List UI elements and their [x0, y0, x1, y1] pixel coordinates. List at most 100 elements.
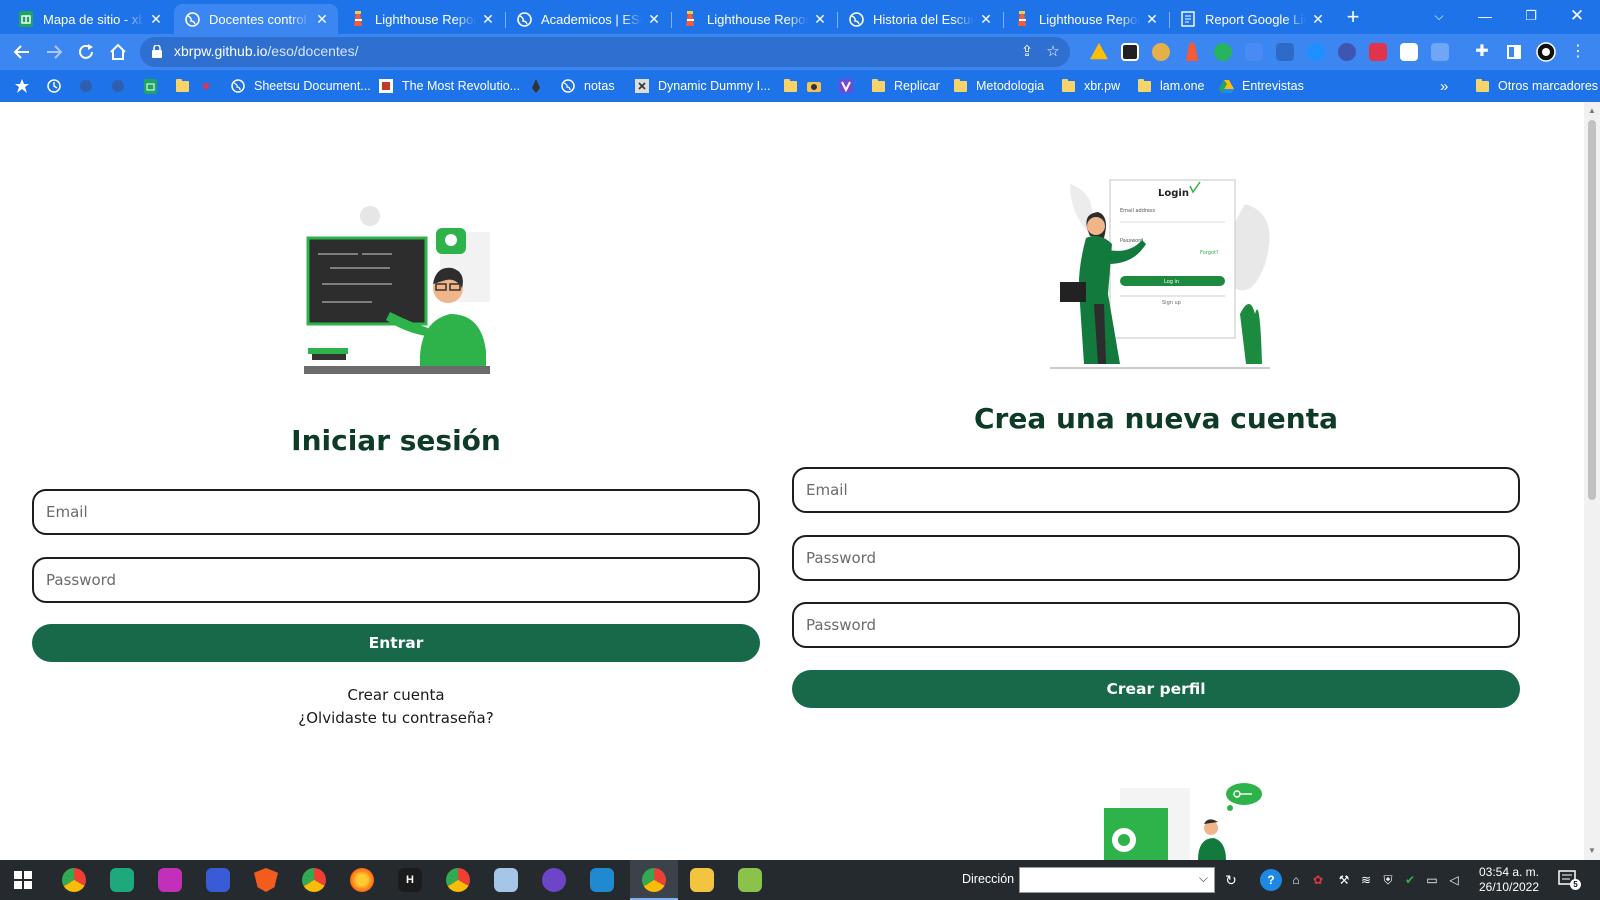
v-bookmark-icon[interactable] [838, 77, 862, 95]
share-icon[interactable]: ⇪ [1018, 43, 1036, 61]
tab-lighthouse-report-2[interactable]: Lighthouse Report ✕ [672, 4, 836, 34]
sheets-bookmark-icon[interactable] [142, 77, 166, 95]
register-submit-button[interactable]: Crear perfil [792, 670, 1520, 708]
notepad-taskbar-icon[interactable] [494, 868, 518, 892]
windows-start-icon[interactable] [14, 871, 32, 894]
up-bookmark-icon[interactable] [110, 77, 134, 95]
grid-extension-icon[interactable] [1431, 43, 1449, 61]
profile-avatar[interactable] [1534, 40, 1558, 64]
bookmark-star-icon[interactable]: ☆ [1044, 43, 1062, 61]
chevron-down-icon[interactable]: ⌵ [1199, 871, 1208, 886]
file-explorer-taskbar-icon[interactable] [690, 868, 714, 892]
scrollbar-thumb[interactable] [1588, 120, 1596, 500]
shield-extension-icon[interactable] [1121, 43, 1139, 61]
bookmark-entrevistas[interactable]: Entrevistas [1218, 77, 1304, 95]
forgot-password-link[interactable]: ¿Olvidaste tu contraseña? [32, 709, 760, 727]
close-icon[interactable]: ✕ [1310, 11, 1326, 28]
tab-historia-del-escudo[interactable]: Historia del Escudo ✕ [838, 4, 1002, 34]
address-toolbar-input[interactable]: ⌵ [1019, 867, 1215, 893]
address-go-icon[interactable]: ↻ [1219, 867, 1243, 893]
bookmarks-overflow-chevron[interactable]: » [1440, 77, 1448, 95]
other-bookmarks-folder[interactable]: Otros marcadores [1474, 77, 1598, 95]
app-green-taskbar-icon[interactable] [110, 868, 134, 892]
network-sound-icon[interactable]: ≋ [1358, 872, 1374, 888]
window-close-button[interactable]: ✕ [1554, 2, 1600, 32]
login-submit-button[interactable]: Entrar [32, 624, 760, 662]
folder-icon[interactable] [174, 77, 198, 95]
close-icon[interactable]: ✕ [978, 11, 994, 28]
tab-docentes-control[interactable]: Docentes control ✕ [174, 4, 338, 34]
app-leaf-taskbar-icon[interactable] [738, 868, 762, 892]
history-icon[interactable] [46, 77, 70, 95]
chrome-profile-taskbar-icon[interactable] [62, 868, 86, 892]
forward-button[interactable] [42, 40, 66, 64]
network-icon[interactable]: ▭ [1424, 872, 1440, 888]
new-tab-button[interactable]: + [1340, 5, 1366, 31]
close-icon[interactable]: ✕ [480, 11, 496, 28]
register-email-input[interactable] [792, 467, 1520, 513]
tray-app-icon[interactable]: ✿ [1310, 872, 1326, 888]
hp-extension-icon[interactable] [1307, 43, 1325, 61]
restore-button[interactable]: ❐ [1508, 2, 1554, 32]
drive-extension-icon[interactable] [1090, 43, 1108, 60]
tab-search-chevron-icon[interactable]: ⌵ [1416, 2, 1462, 32]
bookmark-replicar[interactable]: Replicar [870, 77, 940, 95]
bridge-extension-icon[interactable] [1400, 43, 1418, 61]
brave-taskbar-icon[interactable] [254, 868, 278, 892]
circle-extension-icon[interactable] [1338, 43, 1356, 61]
close-icon[interactable]: ✕ [646, 11, 662, 28]
tab-lighthouse-report-1[interactable]: Lighthouse Report ✕ [340, 4, 504, 34]
lighthouse-extension-icon[interactable] [1185, 43, 1199, 61]
github-taskbar-icon[interactable] [542, 868, 566, 892]
security-icon[interactable]: ⛨ [1380, 872, 1396, 888]
chrome-beta-taskbar-icon[interactable] [446, 868, 470, 892]
login-password-input[interactable] [32, 557, 760, 603]
login-email-input[interactable] [32, 489, 760, 535]
address-bar[interactable]: xbrpw.github.io/eso/docentes/ ⇪ ☆ [140, 37, 1070, 67]
side-panel-icon[interactable] [1502, 40, 1526, 64]
home-button[interactable] [106, 40, 130, 64]
usb-icon[interactable]: ⌂ [1288, 872, 1304, 888]
page-scrollbar[interactable]: ▲ ▼ [1584, 102, 1600, 860]
translate-extension-icon[interactable] [1245, 43, 1263, 61]
chrome-active-taskbar-icon[interactable] [642, 868, 666, 892]
close-icon[interactable]: ✕ [1144, 11, 1160, 28]
extensions-puzzle-icon[interactable]: ✚ [1470, 40, 1494, 64]
system-clock[interactable]: 03:54 a. m. 26/10/2022 [1472, 865, 1546, 895]
volume-icon[interactable]: ◁ [1446, 872, 1462, 888]
shield-check-icon[interactable]: ✔ [1402, 872, 1418, 888]
app-pen-taskbar-icon[interactable] [206, 868, 230, 892]
bookmark-dynamic-dummy[interactable]: Dynamic Dummy I... [634, 77, 771, 95]
tray-tool-icon[interactable]: ⚒ [1336, 872, 1352, 888]
reload-button[interactable] [74, 40, 98, 64]
chrome-taskbar-icon[interactable] [302, 868, 326, 892]
close-icon[interactable]: ✕ [812, 11, 828, 28]
create-account-link[interactable]: Crear cuenta [32, 686, 760, 704]
help-icon[interactable]: ? [1260, 869, 1282, 891]
tab-report-google-lighthouse[interactable]: Report Google Lighthouse ✕ [1170, 4, 1334, 34]
bookmark-lam-one[interactable]: lam.one [1136, 77, 1204, 95]
firefox-taskbar-icon[interactable] [350, 868, 374, 892]
scroll-up-arrow[interactable]: ▲ [1584, 104, 1600, 118]
cookie-extension-icon[interactable] [1152, 43, 1170, 61]
bookmark-notas[interactable]: notas [560, 77, 615, 95]
close-icon[interactable]: ✕ [148, 11, 164, 28]
close-icon[interactable]: ✕ [314, 11, 330, 28]
bookmark-metodologia[interactable]: Metodologia [952, 77, 1044, 95]
scroll-down-arrow[interactable]: ▼ [1584, 844, 1600, 858]
app-magenta-taskbar-icon[interactable] [158, 868, 182, 892]
back-button[interactable] [10, 40, 34, 64]
mail-extension-icon[interactable] [1276, 43, 1294, 61]
camera-bookmark-icon[interactable] [806, 77, 830, 95]
heart-icon[interactable]: ♥ [198, 77, 222, 95]
minimize-button[interactable]: — [1462, 2, 1508, 32]
tab-mapa-de-sitio[interactable]: Mapa de sitio - xbr ✕ [8, 4, 172, 34]
vscode-taskbar-icon[interactable] [590, 868, 614, 892]
bookmark-most-revolutionary[interactable]: The Most Revolutio... [378, 77, 520, 95]
bookmark-sheetsu[interactable]: Sheetsu Document... [230, 77, 371, 95]
bookmark-xbr-pw[interactable]: xbr.pw [1060, 77, 1120, 95]
register-password-input[interactable] [792, 535, 1520, 581]
register-confirm-password-input[interactable] [792, 602, 1520, 648]
check-extension-icon[interactable] [1214, 43, 1232, 61]
notification-center-icon[interactable]: 5 [1558, 870, 1581, 890]
